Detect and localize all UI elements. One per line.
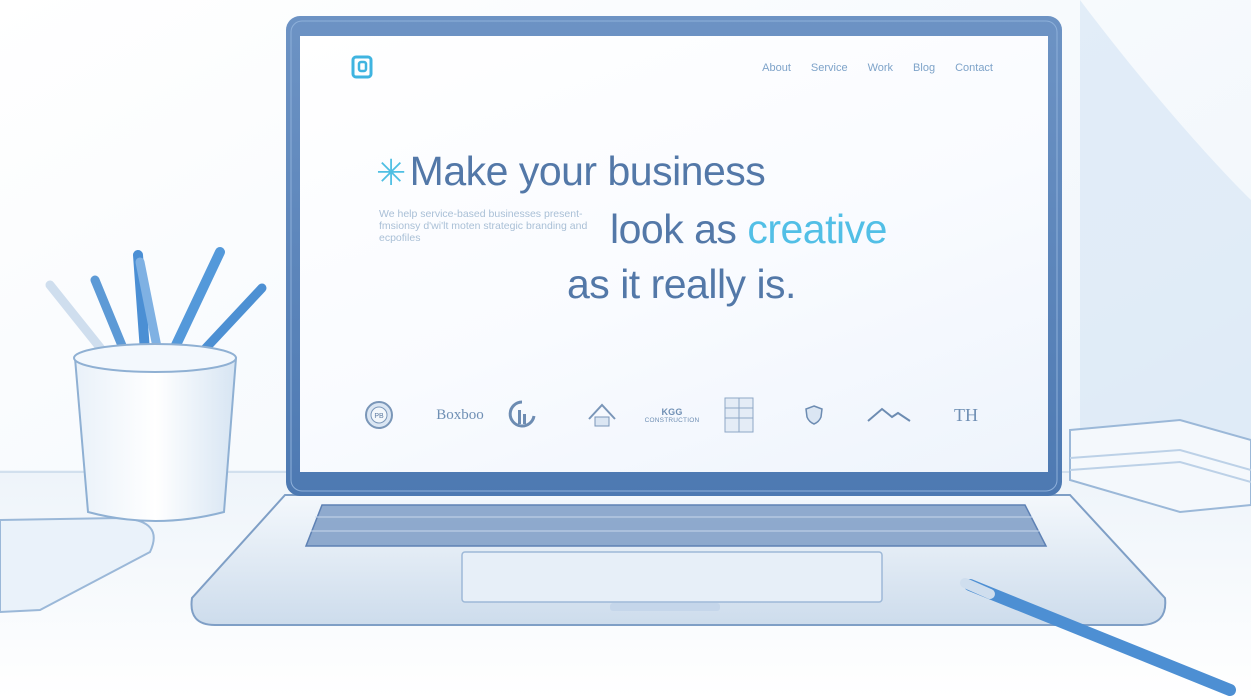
- roof-logo-icon: [867, 407, 911, 422]
- hero-subtitle: We help service-based businesses present…: [379, 208, 588, 244]
- website-screen: About Service Work Blog Contact ✳Make yo…: [300, 36, 1048, 472]
- nav-service[interactable]: Service: [811, 62, 848, 74]
- main-nav: About Service Work Blog Contact: [762, 62, 993, 74]
- hero-heading-line-2: look as creative: [610, 206, 887, 252]
- hero-heading-line-1: ✳Make your business: [376, 148, 766, 194]
- pb-seal-icon: PB: [365, 401, 393, 429]
- nav-contact[interactable]: Contact: [955, 62, 993, 74]
- client-logo-boxboo: Boxboo: [436, 406, 484, 423]
- brand-logo[interactable]: [351, 55, 373, 79]
- client-logo-strip: PB Boxboo KGG CONSTRUCTION TH: [356, 391, 996, 441]
- client-logo-roof: [862, 391, 916, 439]
- client-logo-grid: [722, 391, 756, 439]
- nav-blog[interactable]: Blog: [913, 62, 935, 74]
- house-logo-icon: [588, 403, 616, 427]
- client-logo-pb: PB: [362, 391, 396, 439]
- nav-about[interactable]: About: [762, 62, 791, 74]
- client-logo-kgg: KGG CONSTRUCTION: [644, 406, 700, 424]
- client-logo-house: [582, 391, 622, 439]
- asterisk-icon: ✳: [376, 152, 406, 193]
- client-logo-shield: [786, 391, 842, 439]
- client-logo-th: TH: [954, 404, 978, 425]
- bar-chart-logo-icon: [508, 400, 536, 428]
- svg-text:PB: PB: [374, 413, 384, 420]
- hero-heading-line-3: as it really is.: [567, 261, 796, 307]
- shield-logo-icon: [805, 405, 823, 425]
- nav-work[interactable]: Work: [868, 62, 893, 74]
- client-logo-chart: [506, 391, 538, 439]
- grid-logo-icon: [724, 397, 754, 433]
